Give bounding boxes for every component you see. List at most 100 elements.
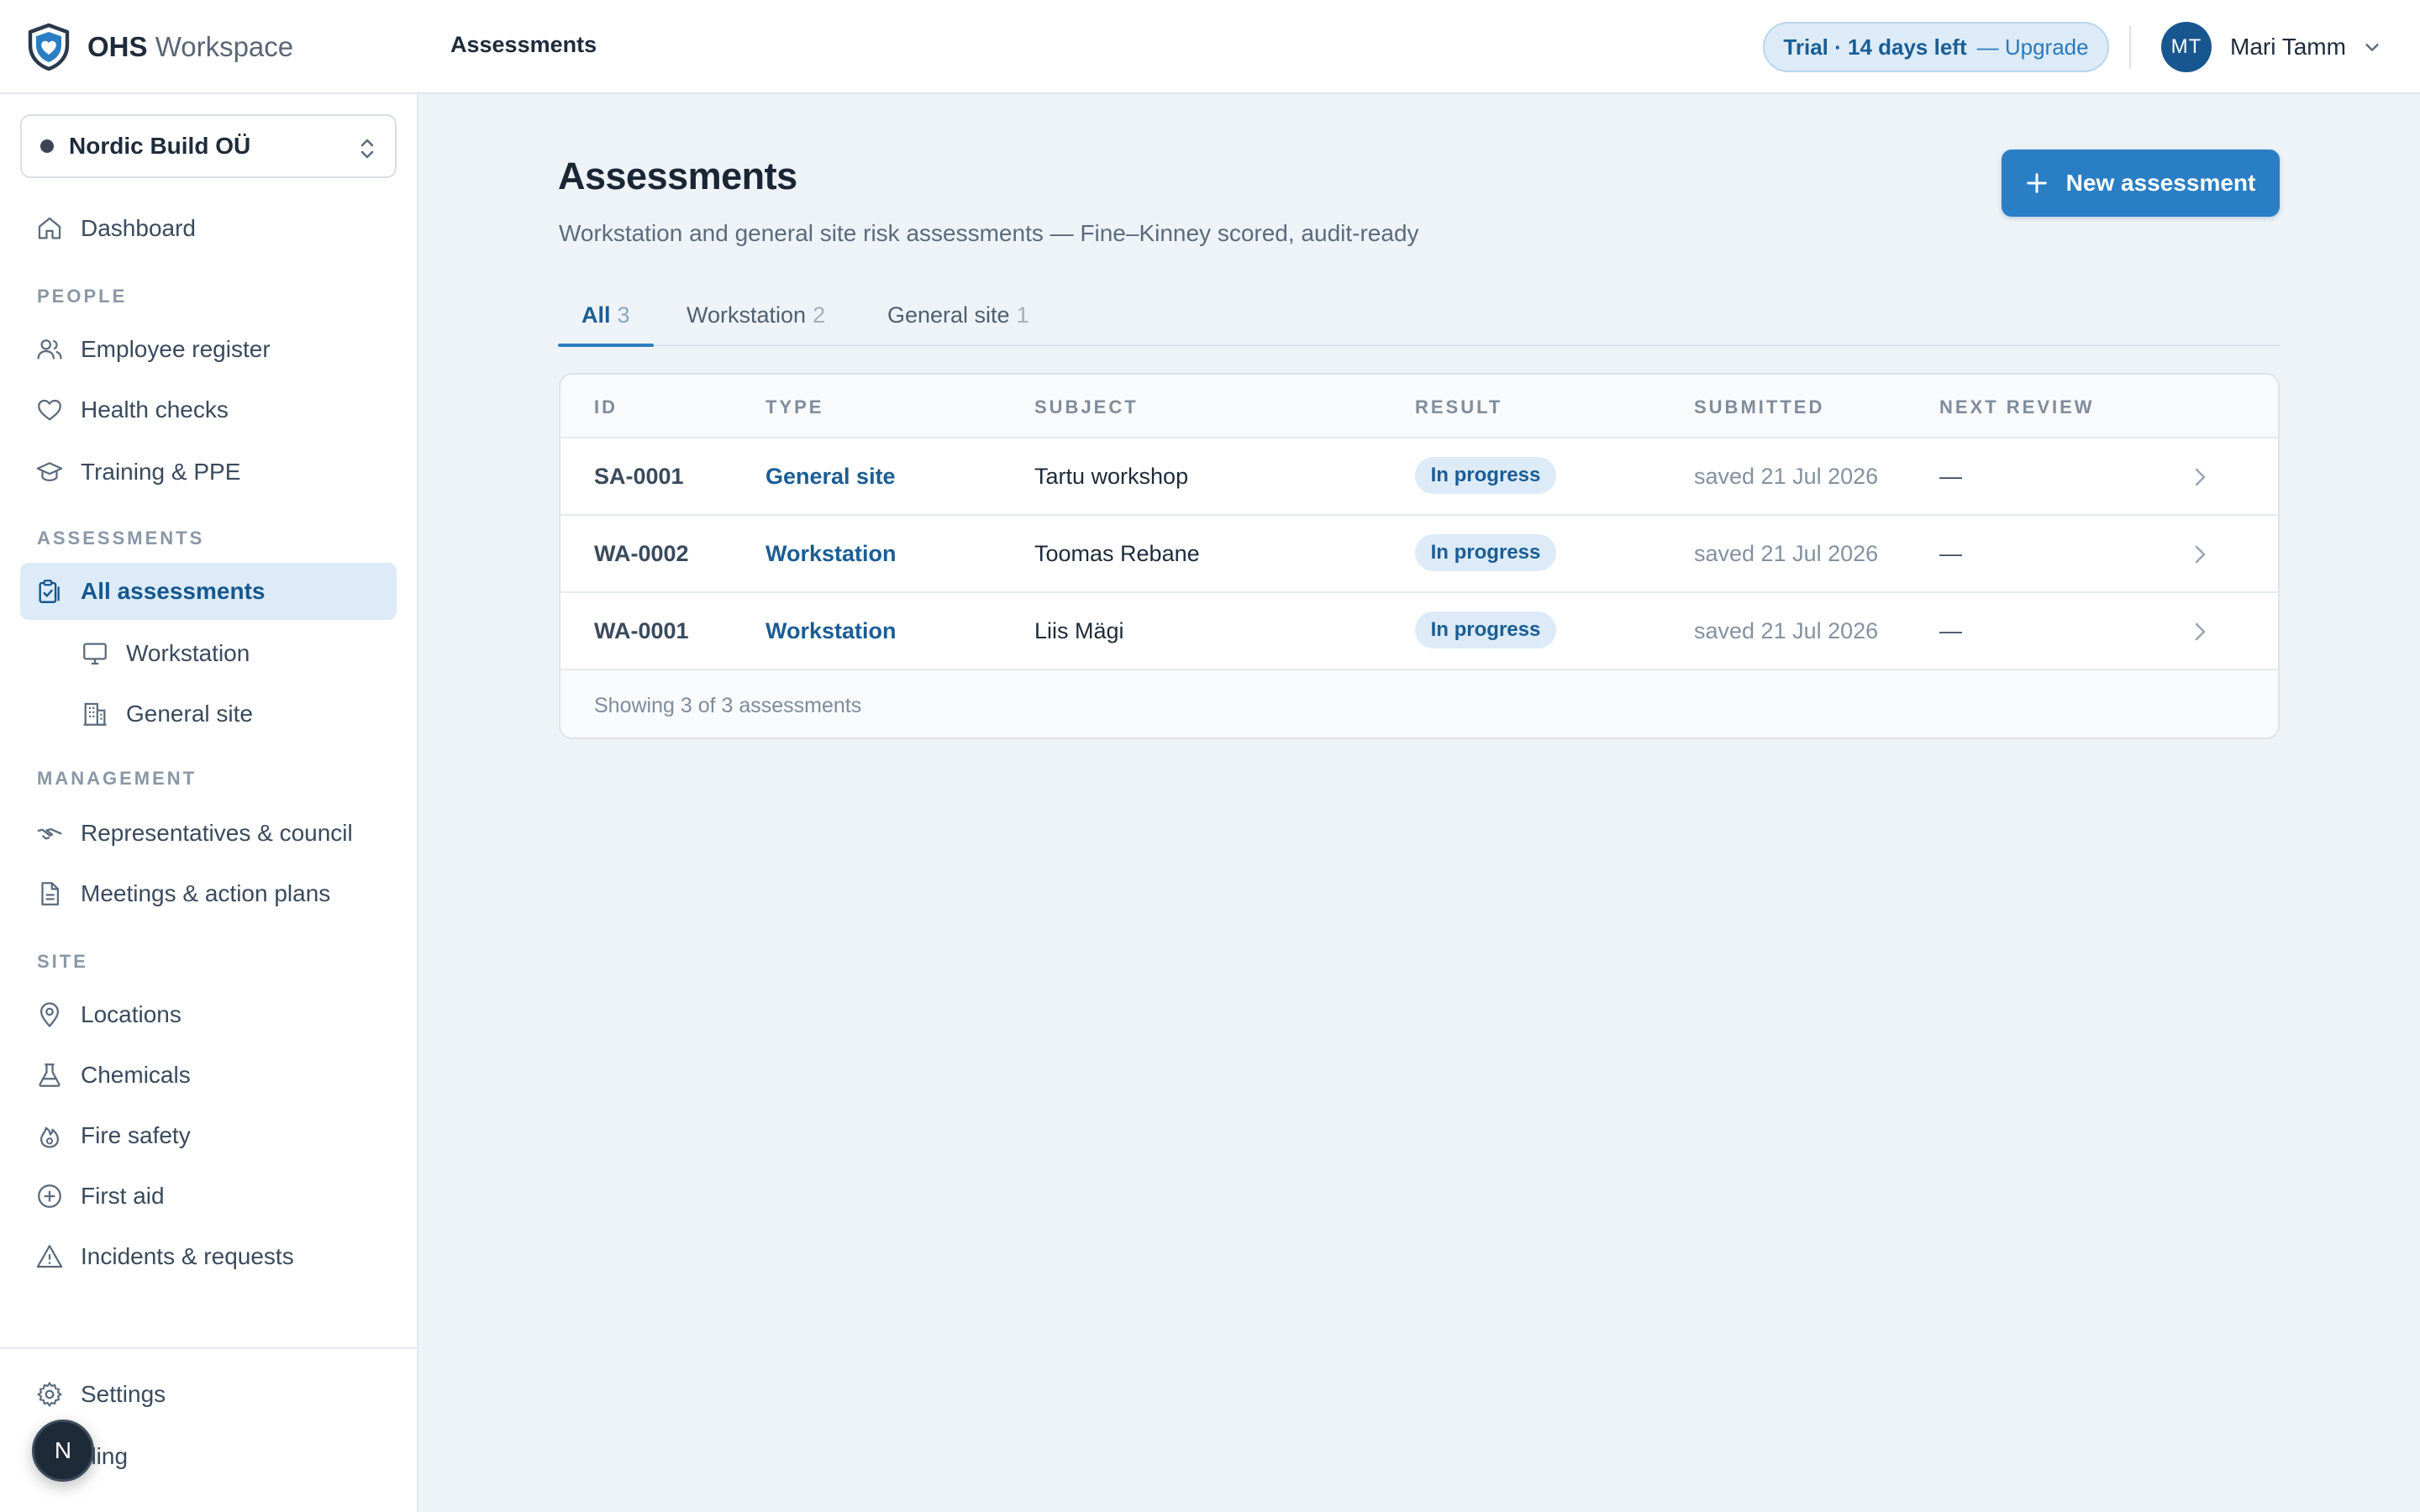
top-page-title: Assessments bbox=[450, 32, 597, 57]
tab-all[interactable]: All 3 bbox=[581, 284, 630, 346]
assessments-table: ID TYPE SUBJECT RESULT SUBMITTED NEXT RE… bbox=[559, 373, 2280, 739]
sidebar-divider bbox=[0, 1347, 417, 1349]
sidebar-item-label: Workstation bbox=[126, 640, 250, 666]
cell-type[interactable]: General site bbox=[765, 464, 896, 490]
status-badge: In progress bbox=[1415, 457, 1556, 494]
trial-badge[interactable]: Trial · 14 days left — Upgrade bbox=[1763, 22, 2109, 72]
cell-id: WA-0002 bbox=[594, 541, 689, 566]
sidebar-item-label: Meetings & action plans bbox=[81, 880, 331, 906]
map-pin-icon bbox=[39, 1002, 60, 1028]
plus-circle-icon bbox=[38, 1184, 61, 1208]
user-menu[interactable]: MT Mari Tamm bbox=[2161, 22, 2381, 72]
sidebar-item-label: Fire safety bbox=[81, 1122, 191, 1148]
page-title: Assessments bbox=[558, 155, 797, 197]
sidebar-item-label: First aid bbox=[81, 1183, 165, 1209]
cell-id: SA-0001 bbox=[594, 464, 684, 489]
sidebar-item-label: Locations bbox=[81, 1001, 182, 1027]
sidebar-item-workstation[interactable]: Workstation bbox=[20, 625, 397, 682]
cell-subject: Tartu workshop bbox=[1034, 464, 1189, 489]
sidebar-item-first-aid[interactable]: First aid bbox=[20, 1168, 397, 1225]
tab-count: 3 bbox=[617, 302, 630, 328]
column-header-id[interactable]: ID bbox=[594, 396, 618, 418]
document-icon bbox=[41, 882, 60, 906]
tab-workstation[interactable]: Workstation 2 bbox=[687, 284, 825, 346]
sidebar-item-label: Employee register bbox=[81, 336, 271, 362]
warning-triangle-icon bbox=[36, 1245, 63, 1268]
tab-label: All bbox=[581, 302, 611, 328]
new-assessment-button[interactable]: New assessment bbox=[2002, 150, 2280, 217]
shield-heart-logo-icon bbox=[28, 23, 70, 71]
user-name: Mari Tamm bbox=[2230, 34, 2346, 60]
sidebar-item-employee-register[interactable]: Employee register bbox=[20, 321, 397, 378]
heart-icon bbox=[38, 399, 61, 421]
cell-subject: Liis Mägi bbox=[1034, 618, 1124, 643]
chevron-right-icon[interactable] bbox=[2191, 622, 2209, 642]
sidebar-item-incidents[interactable]: Incidents & requests bbox=[20, 1228, 397, 1285]
sidebar-item-label: Chemicals bbox=[81, 1062, 191, 1088]
graduation-cap-icon bbox=[36, 462, 63, 482]
flame-icon bbox=[39, 1126, 60, 1148]
sidebar-item-representatives[interactable]: Representatives & council bbox=[20, 805, 397, 862]
sidebar-item-all-assessments[interactable]: All assessments bbox=[20, 563, 397, 620]
sidebar-item-settings[interactable]: Settings bbox=[20, 1366, 397, 1423]
sidebar-item-locations[interactable]: Locations bbox=[20, 986, 397, 1043]
cell-next-review: — bbox=[1939, 541, 1962, 566]
sidebar-item-label: All assessments bbox=[81, 578, 266, 604]
sidebar-item-health-checks[interactable]: Health checks bbox=[20, 381, 397, 438]
sidebar-item-label: Dashboard bbox=[81, 215, 196, 241]
table-row[interactable]: WA-0001 Workstation Liis Mägi In progres… bbox=[560, 593, 2278, 670]
sidebar-item-training-ppe[interactable]: Training & PPE bbox=[20, 444, 397, 501]
org-status-dot bbox=[40, 139, 54, 153]
home-icon bbox=[38, 217, 61, 239]
cell-next-review: — bbox=[1939, 618, 1962, 643]
sidebar-item-meetings[interactable]: Meetings & action plans bbox=[20, 865, 397, 922]
monitor-icon bbox=[83, 643, 107, 665]
cell-submitted: saved 21 Jul 2026 bbox=[1694, 541, 1879, 566]
table-row[interactable]: SA-0001 General site Tartu workshop In p… bbox=[560, 438, 2278, 516]
sidebar-item-label: Incidents & requests bbox=[81, 1243, 294, 1269]
column-header-result[interactable]: RESULT bbox=[1415, 396, 1502, 418]
cell-next-review: — bbox=[1939, 464, 1962, 489]
column-header-next-review[interactable]: NEXT REVIEW bbox=[1939, 396, 2095, 418]
sidebar-item-label: Settings bbox=[81, 1381, 166, 1407]
help-launcher-button[interactable]: N bbox=[32, 1420, 94, 1482]
tab-label: General site bbox=[887, 302, 1010, 328]
tab-count: 1 bbox=[1016, 302, 1029, 328]
cell-type[interactable]: Workstation bbox=[765, 618, 897, 644]
sidebar-item-fire-safety[interactable]: Fire safety bbox=[20, 1107, 397, 1164]
cell-subject: Toomas Rebane bbox=[1034, 541, 1200, 566]
column-header-subject[interactable]: SUBJECT bbox=[1034, 396, 1139, 418]
sidebar-item-label: General site bbox=[126, 701, 253, 727]
top-divider bbox=[2129, 25, 2131, 69]
tab-label: Workstation bbox=[687, 302, 807, 328]
section-label-site: SITE bbox=[37, 951, 88, 972]
cell-id: WA-0001 bbox=[594, 618, 689, 643]
column-header-submitted[interactable]: SUBMITTED bbox=[1694, 396, 1824, 418]
cell-submitted: saved 21 Jul 2026 bbox=[1694, 464, 1879, 489]
section-label-management: MANAGEMENT bbox=[37, 768, 197, 789]
sidebar-item-label: Training & PPE bbox=[81, 459, 241, 485]
table-footer: Showing 3 of 3 assessments bbox=[560, 670, 2278, 738]
handshake-icon bbox=[37, 827, 62, 840]
avatar: MT bbox=[2161, 22, 2212, 72]
building-icon bbox=[83, 702, 107, 726]
org-switcher[interactable]: Nordic Build OÜ bbox=[20, 114, 397, 178]
table-row[interactable]: WA-0002 Workstation Toomas Rebane In pro… bbox=[560, 516, 2278, 593]
upgrade-link[interactable]: — Upgrade bbox=[1977, 34, 2089, 60]
tab-general-site[interactable]: General site 1 bbox=[887, 284, 1029, 346]
sidebar-item-chemicals[interactable]: Chemicals bbox=[20, 1047, 397, 1104]
column-header-type[interactable]: TYPE bbox=[765, 396, 823, 418]
users-icon bbox=[37, 339, 62, 360]
chevron-right-icon[interactable] bbox=[2191, 467, 2209, 487]
sidebar-item-label: Representatives & council bbox=[81, 820, 353, 846]
sidebar-item-label: Health checks bbox=[81, 396, 229, 423]
sidebar-item-general-site[interactable]: General site bbox=[20, 685, 397, 743]
cell-type[interactable]: Workstation bbox=[765, 541, 897, 567]
tab-count: 2 bbox=[813, 302, 826, 328]
sidebar-item-dashboard[interactable]: Dashboard bbox=[20, 200, 397, 257]
brand[interactable]: OHS Workspace bbox=[25, 22, 293, 72]
chevron-right-icon[interactable] bbox=[2191, 544, 2209, 564]
status-badge: In progress bbox=[1415, 534, 1556, 571]
new-assessment-label: New assessment bbox=[2065, 170, 2256, 196]
flask-icon bbox=[39, 1063, 60, 1087]
